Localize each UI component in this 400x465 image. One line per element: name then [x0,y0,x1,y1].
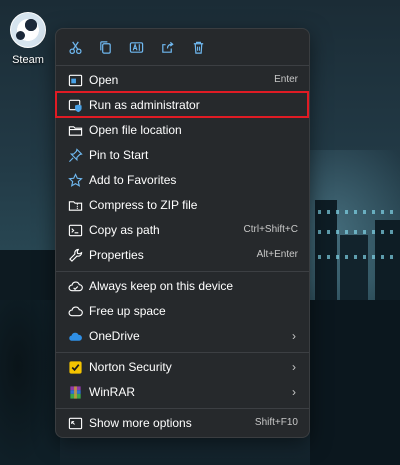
folder-icon [67,122,83,138]
menu-item-label: Open [89,73,119,87]
menu-divider [56,352,309,353]
menu-item-open[interactable]: Open Enter [59,68,308,92]
background-lights [318,210,398,214]
menu-item-shortcut: Shift+F10 [254,417,298,428]
more-options-icon [67,415,83,431]
menu-item-label: Add to Favorites [89,173,177,187]
menu-item-shortcut: Ctrl+Shift+C [243,224,298,235]
chevron-right-icon: › [292,360,296,374]
background-lights [318,255,398,259]
rename-icon[interactable] [127,38,145,56]
menu-item-open-file-location[interactable]: Open file location [59,118,308,142]
delete-icon[interactable] [189,38,207,56]
background-building [310,300,400,465]
wrench-icon [67,247,83,263]
cloud-check-icon [67,278,83,294]
menu-item-shortcut: Enter [274,74,298,85]
menu-item-properties[interactable]: Properties Alt+Enter [59,243,308,267]
copy-icon[interactable] [96,38,114,56]
menu-item-label: Pin to Start [89,148,149,162]
menu-item-label: Free up space [89,304,166,318]
pin-icon [67,147,83,163]
menu-item-shortcut: Alt+Enter [256,249,298,260]
menu-item-label: Always keep on this device [89,279,234,293]
context-menu-toolbar [56,29,309,65]
steam-icon [10,12,46,48]
menu-item-add-to-favorites[interactable]: Add to Favorites [59,168,308,192]
menu-item-label: WinRAR [89,385,136,399]
norton-icon [67,359,83,375]
background-lights [318,230,398,234]
menu-item-copy-as-path[interactable]: Copy as path Ctrl+Shift+C [59,218,308,242]
cloud-icon [67,303,83,319]
menu-item-label: Norton Security [89,360,172,374]
desktop-icon-steam[interactable]: Steam [4,12,52,66]
star-icon [67,172,83,188]
menu-item-free-up-space[interactable]: Free up space [59,299,308,323]
context-menu: Open Enter Run as administrator Open fil… [55,28,310,438]
desktop-icon-label: Steam [12,54,44,66]
menu-divider [56,408,309,409]
menu-item-winrar[interactable]: WinRAR › [59,380,308,404]
menu-item-label: OneDrive [89,329,140,343]
menu-item-norton-security[interactable]: Norton Security › [59,355,308,379]
menu-item-pin-to-start[interactable]: Pin to Start [59,143,308,167]
menu-item-label: Show more options [89,416,192,430]
copy-path-icon [67,222,83,238]
menu-item-label: Open file location [89,123,182,137]
menu-item-label: Properties [89,248,144,262]
chevron-right-icon: › [292,329,296,343]
open-icon [67,72,83,88]
winrar-icon [67,384,83,400]
menu-divider [56,65,309,66]
share-icon[interactable] [158,38,176,56]
highlight-box [55,91,309,118]
chevron-right-icon: › [292,385,296,399]
background-tree [0,300,60,465]
zip-icon [67,197,83,213]
onedrive-icon [67,328,83,344]
menu-item-label: Compress to ZIP file [89,198,198,212]
cut-icon[interactable] [66,38,84,56]
menu-item-label: Copy as path [89,223,160,237]
menu-item-onedrive[interactable]: OneDrive › [59,324,308,348]
menu-item-compress-to-zip[interactable]: Compress to ZIP file [59,193,308,217]
menu-item-show-more-options[interactable]: Show more options Shift+F10 [59,411,308,435]
menu-item-always-keep[interactable]: Always keep on this device [59,274,308,298]
menu-divider [56,271,309,272]
